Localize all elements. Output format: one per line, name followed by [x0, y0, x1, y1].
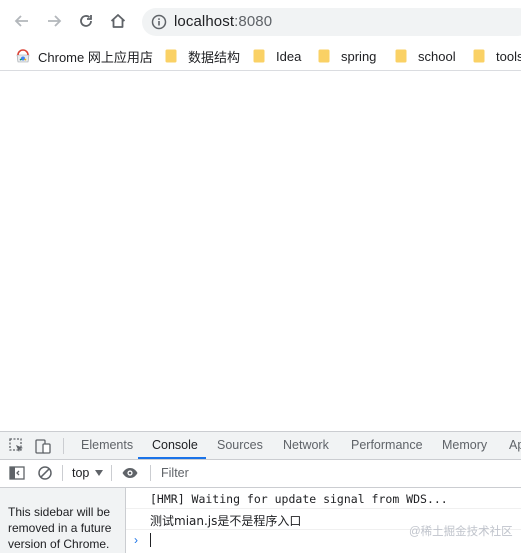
watermark: @稀土掘金技术社区 — [409, 526, 513, 538]
console-sidebar: This sidebar will be removed in a future… — [0, 488, 126, 553]
bookmark-label: 数据结构 — [188, 49, 241, 65]
browser-toolbar: localhost:8080 — [0, 0, 521, 42]
console-toolbar: top Filter — [0, 460, 521, 488]
context-selector[interactable]: top — [72, 466, 89, 480]
toolbar-divider — [63, 438, 64, 454]
arrow-right-icon — [48, 15, 62, 27]
reload-button[interactable] — [74, 9, 98, 33]
bookmarks-bar: Chrome 网上应用店 数据结构 Idea spring school too… — [0, 42, 521, 71]
console-prompt-icon: › — [134, 533, 138, 547]
bookmark-label: spring — [341, 48, 377, 64]
toolbar-divider — [150, 465, 151, 481]
bookmark-folder-tools[interactable]: tools — [473, 46, 521, 66]
tab-console[interactable]: Console — [152, 438, 198, 452]
clear-console-icon[interactable] — [36, 464, 54, 482]
back-button[interactable] — [10, 9, 34, 33]
home-icon — [110, 14, 126, 28]
url-text[interactable]: localhost:8080 — [174, 13, 272, 30]
tab-application[interactable]: Ap — [509, 438, 521, 452]
sidebar-deprecation-note: This sidebar will be removed in a future… — [8, 505, 112, 551]
bookmark-label: school — [418, 48, 456, 64]
tab-network[interactable]: Network — [283, 438, 329, 452]
bookmark-folder-spring[interactable]: spring — [318, 46, 376, 66]
bookmark-label: Chrome 网上应用店 — [38, 49, 153, 65]
inspect-element-icon[interactable] — [8, 437, 26, 455]
address-bar[interactable]: localhost:8080 — [142, 8, 521, 36]
tab-sources[interactable]: Sources — [217, 438, 263, 452]
filter-input[interactable]: Filter — [161, 466, 189, 480]
eye-icon[interactable] — [121, 464, 139, 482]
toggle-sidebar-icon[interactable] — [8, 464, 26, 482]
tab-memory[interactable]: Memory — [442, 438, 487, 452]
page-viewport[interactable] — [0, 71, 521, 431]
log-message: [HMR] Waiting for update signal from WDS… — [150, 492, 448, 506]
bookmark-folder-school[interactable]: school — [395, 46, 456, 66]
folder-icon — [473, 49, 485, 63]
bookmark-label: tools — [496, 48, 521, 64]
folder-icon — [395, 49, 407, 63]
toolbar-divider — [62, 465, 63, 481]
bookmark-chrome-web-store[interactable]: Chrome 网上应用店 — [16, 46, 153, 66]
chevron-down-icon[interactable] — [95, 470, 103, 476]
reload-icon — [80, 15, 92, 27]
bookmark-label: Idea — [276, 48, 302, 64]
console-input-caret[interactable] — [150, 533, 151, 547]
log-message: 测试mian.js是不是程序入口 — [150, 514, 302, 528]
home-button[interactable] — [106, 9, 130, 33]
arrow-left-icon — [14, 15, 28, 27]
folder-icon — [318, 49, 330, 63]
log-divider — [126, 508, 521, 509]
bookmark-folder-idea[interactable]: Idea — [253, 46, 301, 66]
folder-icon — [253, 49, 265, 63]
devtools-tab-bar: Elements Console Sources Network Perform… — [0, 432, 521, 460]
url-host: localhost — [174, 13, 235, 30]
tab-performance[interactable]: Performance — [351, 438, 423, 452]
chrome-web-store-icon — [16, 49, 30, 63]
toolbar-divider — [111, 465, 112, 481]
url-port: :8080 — [234, 13, 273, 30]
console-log: [HMR] Waiting for update signal from WDS… — [126, 488, 521, 553]
forward-button[interactable] — [42, 9, 66, 33]
folder-icon — [165, 49, 177, 63]
info-icon[interactable] — [151, 14, 167, 30]
device-toolbar-icon[interactable] — [34, 437, 52, 455]
active-tab-indicator — [138, 457, 206, 459]
tab-elements[interactable]: Elements — [81, 438, 133, 452]
bookmark-folder-data-structures[interactable]: 数据结构 — [165, 46, 240, 66]
